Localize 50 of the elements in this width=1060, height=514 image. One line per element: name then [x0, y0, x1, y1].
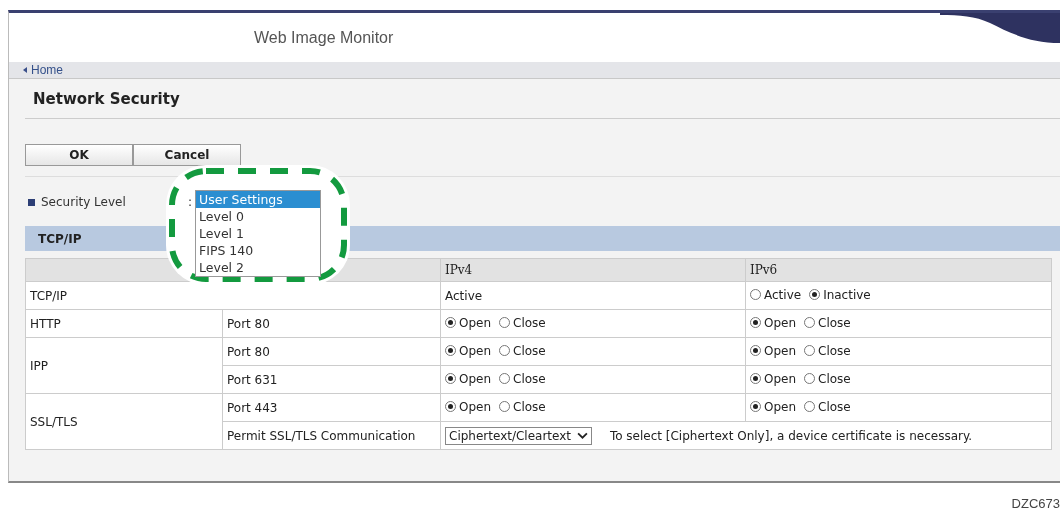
table-cell: IPP [25, 337, 223, 394]
radio-option[interactable]: Open [750, 343, 797, 358]
table-cell: Permit SSL/TLS Communication [222, 421, 441, 450]
caret-icon [23, 67, 27, 73]
radio-option[interactable]: Open [750, 315, 797, 330]
radio-option[interactable]: Active [750, 287, 802, 302]
app-title: Web Image Monitor [254, 28, 394, 47]
radio-option[interactable]: Close [804, 343, 851, 358]
radio-option[interactable]: Close [499, 343, 546, 358]
table-cell: Port 80 [222, 309, 441, 338]
note-text: To select [Ciphertext Only], a device certificate is necessary. [609, 428, 973, 443]
radio-option[interactable]: Open [445, 399, 492, 414]
radio-option[interactable]: Open [445, 343, 492, 358]
list-option[interactable]: FIPS 140 [196, 242, 321, 259]
radio-option[interactable]: Close [804, 315, 851, 330]
radio-option[interactable]: Open [445, 371, 492, 386]
radio-option[interactable]: Close [499, 371, 546, 386]
table-cell: Active [440, 281, 746, 310]
list-option[interactable]: User Settings [196, 191, 321, 208]
list-option[interactable]: Level 2 [196, 259, 321, 276]
section-title: TCP/IP [38, 231, 82, 246]
table-cell: TCP/IP [25, 281, 441, 310]
dropdown[interactable]: Ciphertext/Cleartext [445, 426, 593, 445]
table-cell: Port 80 [222, 337, 441, 366]
list-option[interactable]: Level 1 [196, 225, 321, 242]
radio-option[interactable]: Close [804, 399, 851, 414]
column-header: IPv4 [440, 258, 746, 282]
chevron-down-icon [577, 432, 589, 439]
home-link[interactable]: Home [23, 63, 63, 77]
table-cell: HTTP [25, 309, 223, 338]
table-cell: Port 443 [222, 393, 441, 422]
radio-option[interactable]: Open [750, 399, 797, 414]
table-cell: SSL/TLS [25, 393, 223, 450]
table-cell: Port 631 [222, 365, 441, 394]
separator: : [188, 195, 193, 209]
column-header: IPv6 [745, 258, 1052, 282]
radio-option[interactable]: Inactive [809, 287, 871, 302]
page-title: Network Security [25, 79, 1060, 119]
action-button[interactable]: OK [25, 144, 133, 166]
security-level-list[interactable]: User Settings Level 0 Level 1 FIPS 140 Level 2 [195, 190, 322, 277]
field-label: Security Level [41, 195, 127, 209]
radio-option[interactable]: Open [750, 371, 797, 386]
radio-option[interactable]: Close [804, 371, 851, 386]
figure-code: DZC673 [1011, 496, 1060, 511]
radio-option[interactable]: Open [445, 315, 492, 330]
list-option[interactable]: Level 0 [196, 208, 321, 225]
radio-option[interactable]: Close [499, 315, 546, 330]
action-button[interactable]: Cancel [133, 144, 241, 166]
radio-option[interactable]: Close [499, 399, 546, 414]
bullet-icon [28, 198, 35, 206]
